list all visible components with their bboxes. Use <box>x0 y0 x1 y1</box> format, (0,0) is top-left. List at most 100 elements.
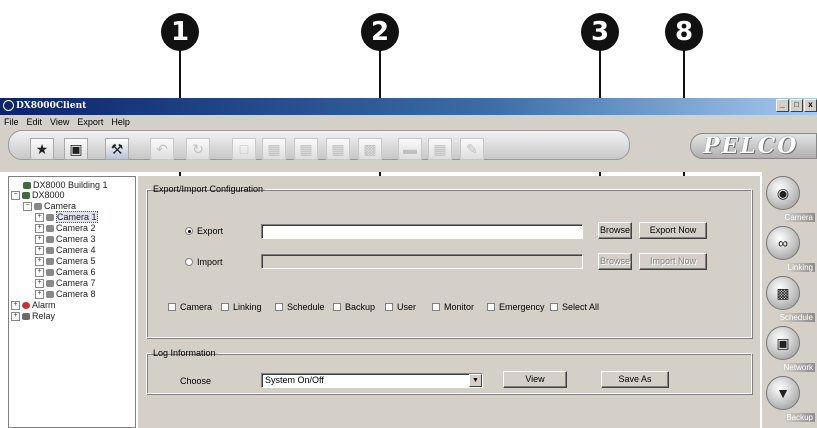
layout-4-icon[interactable]: ▦ <box>262 138 286 160</box>
layout-9-icon[interactable]: ▦ <box>294 138 318 160</box>
tree-item-camera-6[interactable]: + Camera 6 <box>35 267 96 278</box>
checkbox-monitor[interactable] <box>432 303 440 311</box>
tree-item-relay[interactable]: + Relay <box>11 311 55 322</box>
alarm-icon <box>22 302 30 310</box>
callout-3: 3 <box>581 13 619 51</box>
refresh-icon[interactable]: ↻ <box>186 138 210 160</box>
close-button[interactable]: x <box>804 99 817 112</box>
import-path-input[interactable] <box>261 254 583 269</box>
menu-export[interactable]: Export <box>73 115 107 127</box>
expand-icon[interactable]: + <box>11 312 20 322</box>
menu-bar: File Edit View Export Help <box>0 115 817 130</box>
browse-export-button[interactable]: Browse <box>598 222 632 239</box>
checkbox-monitor-label: Monitor <box>444 302 475 312</box>
camera-icon <box>46 225 54 233</box>
checkbox-schedule-label: Schedule <box>287 302 325 312</box>
export-path-input[interactable] <box>261 224 583 239</box>
tree-item-camera-group[interactable]: − Camera <box>23 201 76 212</box>
log-information-group-label: Log Information <box>153 348 216 358</box>
checkbox-backup[interactable] <box>333 303 341 311</box>
toolbar-track <box>8 130 630 160</box>
tree-item-camera-8[interactable]: + Camera 8 <box>35 289 96 300</box>
expand-icon[interactable]: + <box>35 246 44 256</box>
brand-logo: PELCO <box>690 133 817 159</box>
side-nav-schedule-button[interactable]: ▩ <box>766 276 800 310</box>
layout-1-icon[interactable]: □ <box>232 138 256 160</box>
side-nav-schedule-label: Schedule <box>777 313 815 322</box>
side-nav-linking-label: Linking <box>785 263 815 272</box>
import-now-button[interactable]: Import Now <box>639 253 707 270</box>
checkbox-emergency[interactable] <box>487 303 495 311</box>
camera-icon <box>34 203 42 211</box>
sequence-icon[interactable]: ▬ <box>398 138 422 160</box>
checkbox-user-label: User <box>397 302 417 312</box>
undo-icon[interactable]: ↶ <box>150 138 174 160</box>
tree-item-camera-1[interactable]: + Camera 1 <box>35 211 98 223</box>
checkbox-select-all[interactable] <box>550 303 558 311</box>
checkbox-emergency-label: Emergency <box>499 302 545 312</box>
grid-icon[interactable]: ▦ <box>428 138 452 160</box>
callout-8: 8 <box>665 13 703 51</box>
edit-icon[interactable]: ✎ <box>460 138 484 160</box>
expand-icon[interactable]: + <box>35 213 44 223</box>
tree-item-camera-7[interactable]: + Camera 7 <box>35 278 96 289</box>
layout-mixed-icon[interactable]: ▩ <box>358 138 382 160</box>
expand-icon[interactable]: + <box>35 268 44 278</box>
main-content: Export/Import Configuration Export Brows… <box>138 176 760 428</box>
callout-2: 2 <box>361 13 399 51</box>
menu-help[interactable]: Help <box>107 115 134 127</box>
checkbox-user[interactable] <box>385 303 393 311</box>
tree-item-camera-2[interactable]: + Camera 2 <box>35 223 96 234</box>
collapse-icon[interactable]: − <box>11 191 20 201</box>
expand-icon[interactable]: + <box>35 279 44 289</box>
checkbox-linking[interactable] <box>221 303 229 311</box>
toolbar: ★ ▣ ⚒ ↶ ↻ □ ▦ ▦ ▦ ▩ ▬ ▦ ✎ PELCO <box>0 130 817 172</box>
minimize-button[interactable]: _ <box>776 99 789 112</box>
server-icon <box>23 182 31 190</box>
tree-item-camera-3[interactable]: + Camera 3 <box>35 234 96 245</box>
relay-icon <box>22 313 30 321</box>
log-type-select[interactable]: System On/Off <box>261 373 483 388</box>
browse-import-button[interactable]: Browse <box>598 253 632 270</box>
side-nav-backup-label: Backup <box>784 413 815 422</box>
side-nav-camera-button[interactable]: ◉ <box>766 176 800 210</box>
export-now-button[interactable]: Export Now <box>639 222 707 239</box>
chevron-down-icon[interactable]: ▼ <box>469 374 482 387</box>
camera-icon <box>46 269 54 277</box>
export-radio[interactable] <box>185 227 193 235</box>
maximize-button[interactable]: □ <box>790 99 803 112</box>
camera-icon[interactable]: ▣ <box>64 138 88 160</box>
person-icon[interactable]: ★ <box>30 138 54 160</box>
import-radio[interactable] <box>185 258 193 266</box>
tree-item-camera-4[interactable]: + Camera 4 <box>35 245 96 256</box>
expand-icon[interactable]: + <box>35 257 44 267</box>
tree-item-alarm[interactable]: + Alarm <box>11 300 56 311</box>
camera-icon <box>46 236 54 244</box>
view-button[interactable]: View <box>503 371 567 388</box>
menu-edit[interactable]: Edit <box>23 115 47 127</box>
menu-file[interactable]: File <box>0 115 23 127</box>
layout-16-icon[interactable]: ▦ <box>326 138 350 160</box>
expand-icon[interactable]: + <box>35 235 44 245</box>
tree-item-camera-5[interactable]: + Camera 5 <box>35 256 96 267</box>
save-as-button[interactable]: Save As <box>601 371 669 388</box>
side-nav-backup-button[interactable]: ▼ <box>766 376 800 410</box>
checkbox-camera[interactable] <box>168 303 176 311</box>
checkbox-schedule[interactable] <box>275 303 283 311</box>
tree-item-building[interactable]: DX8000 Building 1 <box>23 180 108 190</box>
expand-icon[interactable]: + <box>11 301 20 311</box>
side-nav-network-button[interactable]: ▣ <box>766 326 800 360</box>
window-title: DX8000Client <box>16 101 87 111</box>
window-titlebar[interactable]: DX8000Client _ □ x <box>0 98 817 115</box>
tools-icon[interactable]: ⚒ <box>105 138 129 160</box>
expand-icon[interactable]: + <box>35 290 44 300</box>
collapse-icon[interactable]: − <box>23 202 32 212</box>
expand-icon[interactable]: + <box>35 224 44 234</box>
choose-label: Choose <box>180 376 212 386</box>
callout-1: 1 <box>161 13 199 51</box>
side-nav-linking-button[interactable]: ∞ <box>766 226 800 260</box>
device-tree[interactable]: DX8000 Building 1 − DX8000 − Camera + Camer… <box>8 176 136 428</box>
tree-item-dx8000[interactable]: − DX8000 <box>11 190 65 201</box>
menu-view[interactable]: View <box>46 115 73 127</box>
camera-icon <box>46 291 54 299</box>
